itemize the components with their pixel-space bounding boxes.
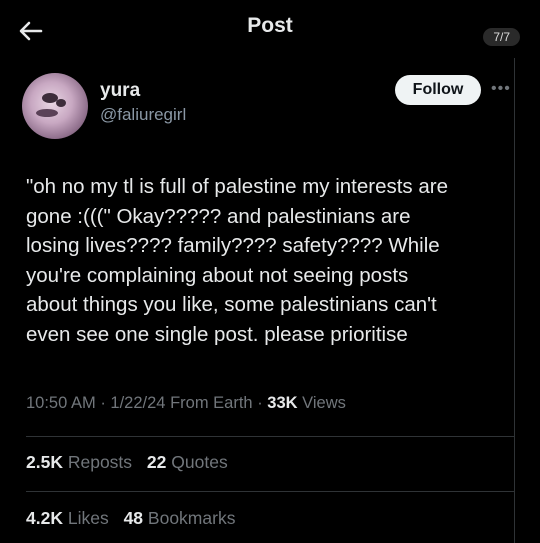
tweet-line: about things you like, some palestinians… bbox=[26, 293, 437, 316]
tweet-line: even see one single post. please priorit… bbox=[26, 322, 408, 346]
quotes-count: 22 bbox=[146, 452, 167, 472]
post-card: yura @faliuregirl Follow ••• "oh no my t… bbox=[0, 58, 515, 543]
tweet-line: you're complaining about not seeing post… bbox=[26, 263, 409, 287]
divider bbox=[26, 491, 514, 492]
likes-count: 4.2K bbox=[26, 508, 63, 528]
divider bbox=[26, 436, 514, 437]
post-date[interactable]: 1/22/24 bbox=[110, 394, 165, 412]
post-time[interactable]: 10:50 AM bbox=[26, 394, 96, 412]
views-count: 33K bbox=[267, 394, 298, 412]
bookmarks-count: 48 bbox=[123, 508, 144, 528]
likes-link[interactable]: 4.2K Likes bbox=[26, 508, 124, 528]
quotes-label: Quotes bbox=[171, 452, 228, 472]
top-bar: Post 7/7 bbox=[0, 0, 540, 58]
likes-label: Likes bbox=[67, 508, 109, 528]
more-dots-icon: ••• bbox=[491, 80, 511, 97]
author-handle[interactable]: @faliuregirl bbox=[100, 105, 186, 125]
likes-stats-row: 4.2K Likes 48 Bookmarks bbox=[26, 508, 235, 529]
bookmarks-label: Bookmarks bbox=[147, 508, 236, 528]
bookmarks-link[interactable]: 48 Bookmarks bbox=[124, 508, 236, 528]
quotes-link[interactable]: 22 Quotes bbox=[147, 452, 228, 472]
avatar[interactable] bbox=[22, 73, 88, 139]
tweet-line: losing lives???? family???? safety???? W… bbox=[26, 234, 440, 257]
post-meta: 10:50 AM · 1/22/24 From Earth · 33K View… bbox=[26, 394, 346, 412]
reposts-link[interactable]: 2.5K Reposts bbox=[26, 452, 147, 472]
more-options-button[interactable]: ••• bbox=[491, 80, 511, 98]
tweet-line: gone :(((" Okay????? and palestinians ar… bbox=[26, 204, 411, 228]
image-pager-badge: 7/7 bbox=[483, 28, 520, 46]
author-name[interactable]: yura bbox=[100, 80, 140, 102]
page-title: Post bbox=[247, 14, 293, 37]
tweet-text: "oh no my tl is full of palestine my int… bbox=[26, 172, 514, 349]
reposts-label: Reposts bbox=[67, 452, 133, 472]
post-location: From Earth bbox=[170, 394, 253, 412]
reposts-count: 2.5K bbox=[26, 452, 63, 472]
follow-button[interactable]: Follow bbox=[395, 75, 481, 105]
repost-stats-row: 2.5K Reposts 22 Quotes bbox=[26, 452, 228, 473]
avatar-detail bbox=[36, 109, 58, 117]
tweet-line: "oh no my tl is full of palestine my int… bbox=[26, 175, 449, 198]
views-label: Views bbox=[302, 394, 346, 412]
avatar-detail bbox=[56, 99, 66, 107]
